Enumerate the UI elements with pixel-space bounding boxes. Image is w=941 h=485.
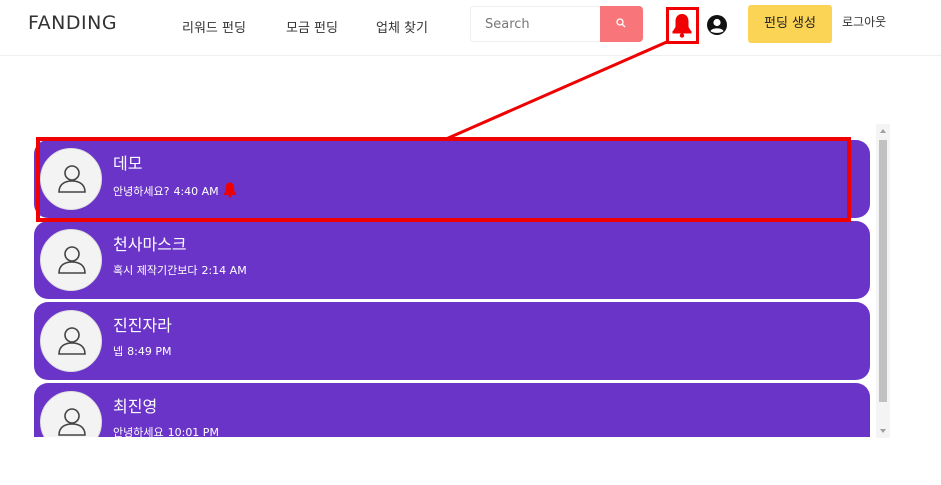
chat-time: 2:14 AM xyxy=(201,264,247,277)
chat-list-scrollbar[interactable] xyxy=(876,124,890,438)
chat-time: 8:49 PM xyxy=(127,345,172,358)
user-circle-icon[interactable] xyxy=(706,14,728,36)
brand-logo[interactable]: FANDING xyxy=(28,12,117,34)
scroll-thumb[interactable] xyxy=(879,140,887,402)
avatar xyxy=(40,229,102,291)
create-funding-button[interactable]: 펀딩 생성 xyxy=(748,5,832,43)
chat-message: 안녕하세요? xyxy=(113,185,170,198)
chat-preview: 혹시 제작기간보다 2:14 AM xyxy=(113,262,247,278)
search-input[interactable] xyxy=(470,6,600,42)
avatar xyxy=(40,148,102,210)
search-icon xyxy=(616,18,626,28)
nav-link-donation-funding[interactable]: 모금 펀딩 xyxy=(286,17,338,36)
logout-link[interactable]: 로그아웃 xyxy=(842,13,886,30)
user-outline-icon xyxy=(58,165,86,193)
avatar xyxy=(40,310,102,372)
chat-item-demo[interactable]: 데모 안녕하세요? 4:40 AM xyxy=(34,140,870,218)
chat-name: 데모 xyxy=(113,154,143,173)
nav-link-find-company[interactable]: 업체 찾기 xyxy=(376,17,428,36)
avatar xyxy=(40,391,102,437)
chat-item-angel-mask[interactable]: 천사마스크 혹시 제작기간보다 2:14 AM xyxy=(34,221,870,299)
user-outline-icon xyxy=(58,327,86,355)
chat-list: 데모 안녕하세요? 4:40 AM 천사마스크 혹시 제작기간보다 2:14 AM xyxy=(34,137,872,437)
scroll-up-arrow-icon[interactable] xyxy=(880,129,886,133)
chat-item-choi-jinyoung[interactable]: 최진영 안녕하세요 10:01 PM xyxy=(34,383,870,437)
chat-name: 진진자라 xyxy=(113,316,172,335)
search-button[interactable] xyxy=(600,6,643,42)
chat-message: 넵 xyxy=(113,345,124,358)
user-outline-icon xyxy=(58,408,86,436)
chat-preview: 안녕하세요? 4:40 AM xyxy=(113,181,237,199)
chat-name: 최진영 xyxy=(113,397,158,416)
bell-icon xyxy=(223,182,236,198)
chat-preview: 안녕하세요 10:01 PM xyxy=(113,424,219,437)
user-outline-icon xyxy=(58,246,86,274)
chat-time: 10:01 PM xyxy=(167,426,219,437)
bell-icon[interactable] xyxy=(671,12,693,38)
top-navbar: FANDING 리워드 펀딩 모금 펀딩 업체 찾기 펀딩 생성 로그아웃 xyxy=(0,0,941,56)
chat-name: 천사마스크 xyxy=(113,235,187,254)
chat-message: 안녕하세요 xyxy=(113,426,164,437)
nav-link-reward-funding[interactable]: 리워드 펀딩 xyxy=(182,17,246,36)
chat-message: 혹시 제작기간보다 xyxy=(113,264,198,277)
chat-time: 4:40 AM xyxy=(173,185,219,198)
chat-preview: 넵 8:49 PM xyxy=(113,343,171,359)
chat-item-jinjinjara[interactable]: 진진자라 넵 8:49 PM xyxy=(34,302,870,380)
page: FANDING 리워드 펀딩 모금 펀딩 업체 찾기 펀딩 생성 로그아웃 xyxy=(0,0,941,485)
scroll-down-arrow-icon[interactable] xyxy=(880,429,886,433)
